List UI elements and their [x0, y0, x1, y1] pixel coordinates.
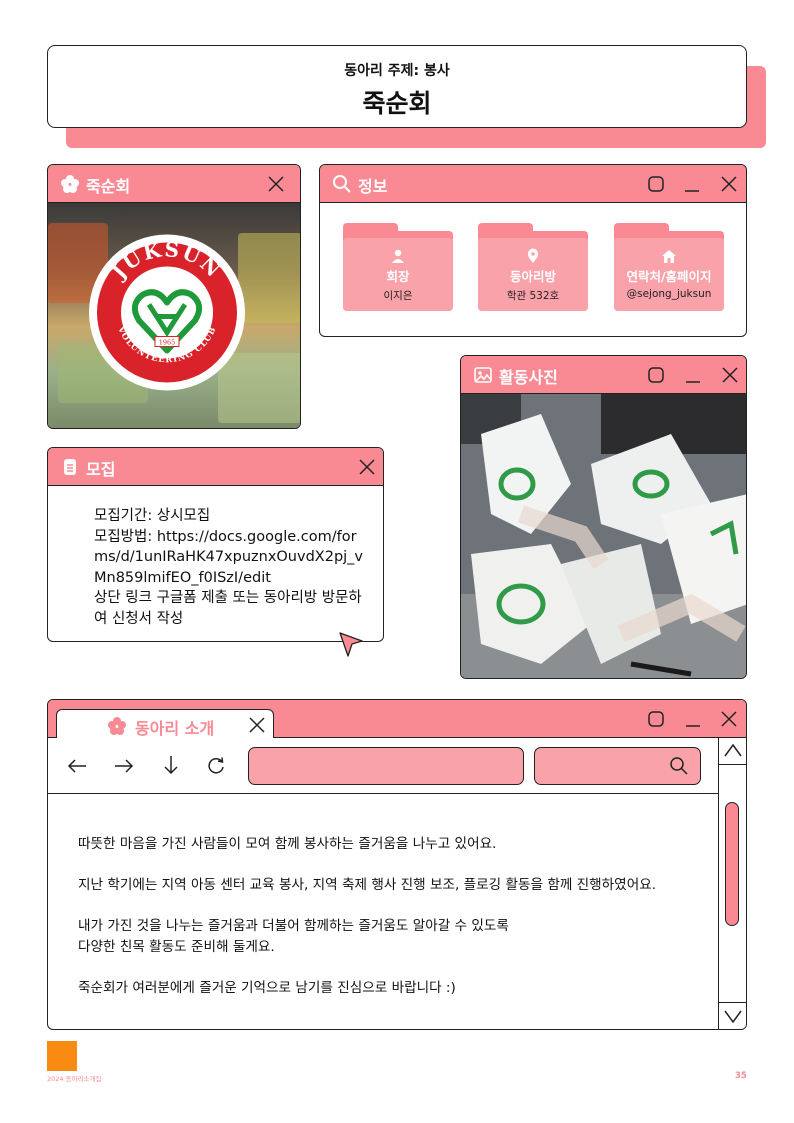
flower-icon: [61, 175, 79, 193]
logo-window-titlebar: 죽순회: [48, 165, 300, 203]
info-window-title: 정보: [358, 177, 388, 196]
close-icon[interactable]: [719, 709, 739, 729]
recruit-details: 모집기간: 상시모집 모집방법: https://docs.google.com…: [94, 506, 364, 629]
minimize-square-icon[interactable]: [646, 174, 666, 194]
clipboard-icon: [64, 459, 76, 475]
recruit-window-titlebar: 모집: [48, 448, 383, 486]
home-icon: [662, 250, 676, 263]
minimize-icon[interactable]: [683, 709, 703, 729]
close-icon[interactable]: [247, 715, 267, 735]
minimize-square-icon[interactable]: [646, 365, 666, 385]
intro-paragraph: 지난 학기에는 지역 아동 센터 교육 봉사, 지역 축제 행사 진행 보조, …: [78, 877, 657, 893]
recruit-instruction: 상단 링크 구글폼 제출 또는 동아리방 방문하여 신청서 작성: [94, 590, 362, 627]
search-icon: [333, 175, 351, 193]
intro-window: 동아리 소개 따뜻한 마음을 가진 사람들이 모여 함께 봉사하는 즐거움을 나…: [47, 699, 747, 1030]
intro-tabbar: 동아리 소개: [48, 700, 746, 740]
minimize-icon[interactable]: [682, 174, 702, 194]
close-icon[interactable]: [357, 457, 377, 477]
club-topic: 동아리 주제: 봉사: [344, 63, 450, 79]
search-bar[interactable]: [534, 747, 701, 785]
photo-window: 활동사진: [460, 355, 747, 679]
header-card: 동아리 주제: 봉사 죽순회: [47, 45, 747, 128]
refresh-icon[interactable]: [205, 755, 227, 777]
logo-year: 1965: [159, 339, 176, 347]
intro-paragraph: 내가 가진 것을 나누는 즐거움과 더불어 함께하는 즐거움도 알아갈 수 있도…: [78, 918, 509, 955]
club-name-title: 죽순회: [362, 89, 432, 118]
recruit-period: 모집기간: 상시모집: [94, 508, 211, 524]
folder-title: 회장: [386, 269, 410, 284]
back-arrow-icon[interactable]: [66, 755, 88, 777]
intro-paragraph: 죽순회가 여러분에게 즐거운 기억으로 남기를 진심으로 바랍니다 :): [78, 979, 456, 996]
search-icon[interactable]: [669, 756, 689, 776]
folder-value: @sejong_juksun: [626, 288, 712, 300]
cursor-arrow-icon: [339, 632, 363, 657]
folder-contact[interactable]: 연락처/홈페이지 @sejong_juksun: [614, 223, 724, 311]
logo-window-title: 죽순회: [86, 177, 131, 196]
photo-window-titlebar: 활동사진: [461, 356, 746, 394]
page-number: 35: [735, 1071, 747, 1081]
recruit-window-title: 모집: [86, 460, 116, 479]
scrollbar[interactable]: [718, 738, 746, 1029]
forward-arrow-icon[interactable]: [113, 755, 135, 777]
footer-label: 2024 동아리소개집: [47, 1075, 102, 1083]
logo-photo-background: JUKSUN VOLUNTEERING CLUB 1965: [48, 203, 300, 428]
recruit-window: 모집 모집기간: 상시모집 모집방법: https://docs.google.…: [47, 447, 384, 657]
scroll-thumb[interactable]: [725, 802, 739, 926]
footer-square: [47, 1041, 77, 1071]
close-icon[interactable]: [720, 365, 740, 385]
tab-club-intro[interactable]: 동아리 소개: [56, 709, 274, 740]
browser-navbar: [48, 738, 718, 794]
intro-paragraph: 따뜻한 마음을 가진 사람들이 모여 함께 봉사하는 즐거움을 나누고 있어요.: [78, 836, 497, 852]
close-icon[interactable]: [266, 174, 286, 194]
scroll-up-icon[interactable]: [722, 740, 744, 762]
club-introduction: 따뜻한 마음을 가진 사람들이 모여 함께 봉사하는 즐거움을 나누고 있어요.…: [78, 834, 656, 1019]
minimize-square-icon[interactable]: [646, 709, 666, 729]
folder-value: 이지은: [383, 290, 413, 302]
address-bar[interactable]: [248, 747, 524, 785]
activity-photo: [461, 394, 746, 678]
recruit-method[interactable]: 모집방법: https://docs.google.com/forms/d/1u…: [94, 527, 364, 589]
location-pin-icon: [527, 248, 539, 263]
folder-value: 학관 532호: [506, 290, 560, 302]
minimize-icon[interactable]: [683, 365, 703, 385]
juksun-logo: JUKSUN VOLUNTEERING CLUB 1965: [89, 234, 245, 391]
folder-title: 연락처/홈페이지: [626, 269, 712, 284]
info-window: 정보 회장 이지은 동아리방 학관 532호 연락처/홈페이지 @sejong_…: [319, 164, 747, 337]
folder-president[interactable]: 회장 이지은: [343, 223, 453, 311]
image-icon: [474, 367, 492, 383]
info-window-titlebar: 정보: [320, 165, 746, 203]
tab-label: 동아리 소개: [135, 719, 215, 738]
close-icon[interactable]: [719, 174, 739, 194]
person-icon: [392, 249, 404, 263]
folder-title: 동아리방: [509, 269, 556, 284]
logo-window: 죽순회 JUKSUN VOLUNTEERING CLUB 1965: [47, 164, 301, 429]
flower-icon: [108, 717, 126, 735]
photo-window-title: 활동사진: [499, 368, 558, 387]
folder-club-room[interactable]: 동아리방 학관 532호: [478, 223, 588, 311]
scroll-down-icon[interactable]: [722, 1005, 744, 1027]
download-arrow-icon[interactable]: [160, 754, 182, 776]
